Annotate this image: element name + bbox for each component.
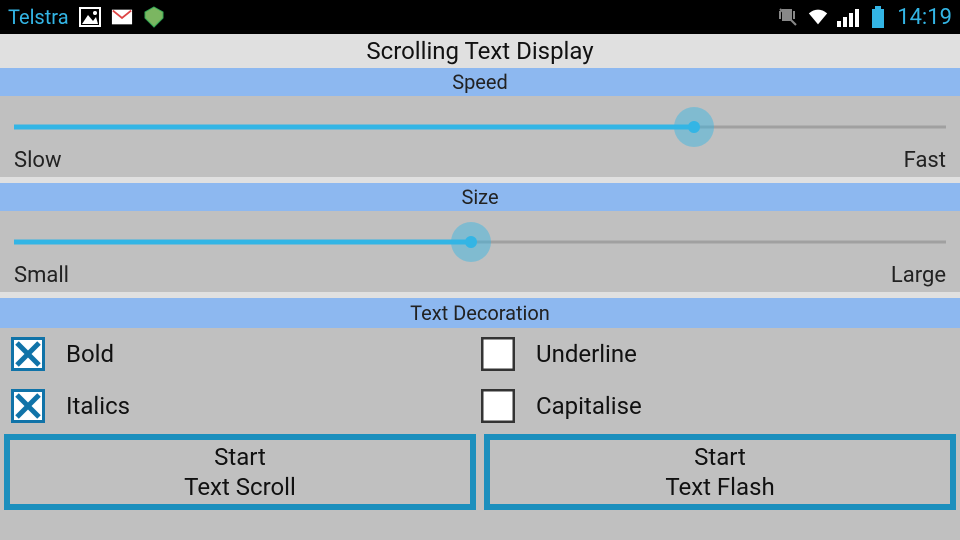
decoration-header: Text Decoration	[0, 298, 960, 328]
vibrate-icon	[777, 6, 799, 28]
clock-label: 14:19	[897, 5, 952, 30]
flash-btn-line1: Start	[694, 442, 746, 472]
size-header: Size	[0, 183, 960, 211]
italics-row[interactable]: Italics	[10, 388, 480, 424]
page-title: Scrolling Text Display	[0, 34, 960, 68]
speed-slider[interactable]	[14, 102, 946, 152]
wifi-icon	[807, 6, 829, 28]
underline-label: Underline	[536, 340, 637, 368]
start-text-scroll-button[interactable]: Start Text Scroll	[4, 434, 476, 510]
shield-icon	[143, 6, 165, 28]
flash-btn-line2: Text Flash	[665, 472, 774, 502]
decoration-section: Bold Underline Italics Capitalise	[0, 328, 960, 434]
bold-row[interactable]: Bold	[10, 336, 480, 372]
scroll-btn-line2: Text Scroll	[184, 472, 296, 502]
underline-checkbox[interactable]	[480, 336, 516, 372]
speed-section: Slow Fast	[0, 96, 960, 177]
size-slider-thumb[interactable]	[451, 222, 491, 262]
signal-icon	[837, 6, 859, 28]
battery-icon	[867, 6, 889, 28]
start-text-flash-button[interactable]: Start Text Flash	[484, 434, 956, 510]
capitalise-checkbox[interactable]	[480, 388, 516, 424]
underline-row[interactable]: Underline	[480, 336, 950, 372]
status-left: Telstra	[8, 5, 165, 29]
size-section: Small Large	[0, 211, 960, 292]
carrier-label: Telstra	[8, 5, 69, 29]
scroll-btn-line1: Start	[214, 442, 266, 472]
status-bar: Telstra 14:19	[0, 0, 960, 34]
speed-header: Speed	[0, 68, 960, 96]
bold-checkbox[interactable]	[10, 336, 46, 372]
italics-label: Italics	[66, 392, 130, 420]
bold-label: Bold	[66, 340, 114, 368]
speed-slider-thumb[interactable]	[674, 107, 714, 147]
status-right: 14:19	[777, 5, 952, 30]
size-slider[interactable]	[14, 217, 946, 267]
capitalise-label: Capitalise	[536, 392, 642, 420]
capitalise-row[interactable]: Capitalise	[480, 388, 950, 424]
italics-checkbox[interactable]	[10, 388, 46, 424]
mail-icon	[111, 6, 133, 28]
button-row: Start Text Scroll Start Text Flash	[0, 434, 960, 514]
picture-icon	[79, 6, 101, 28]
